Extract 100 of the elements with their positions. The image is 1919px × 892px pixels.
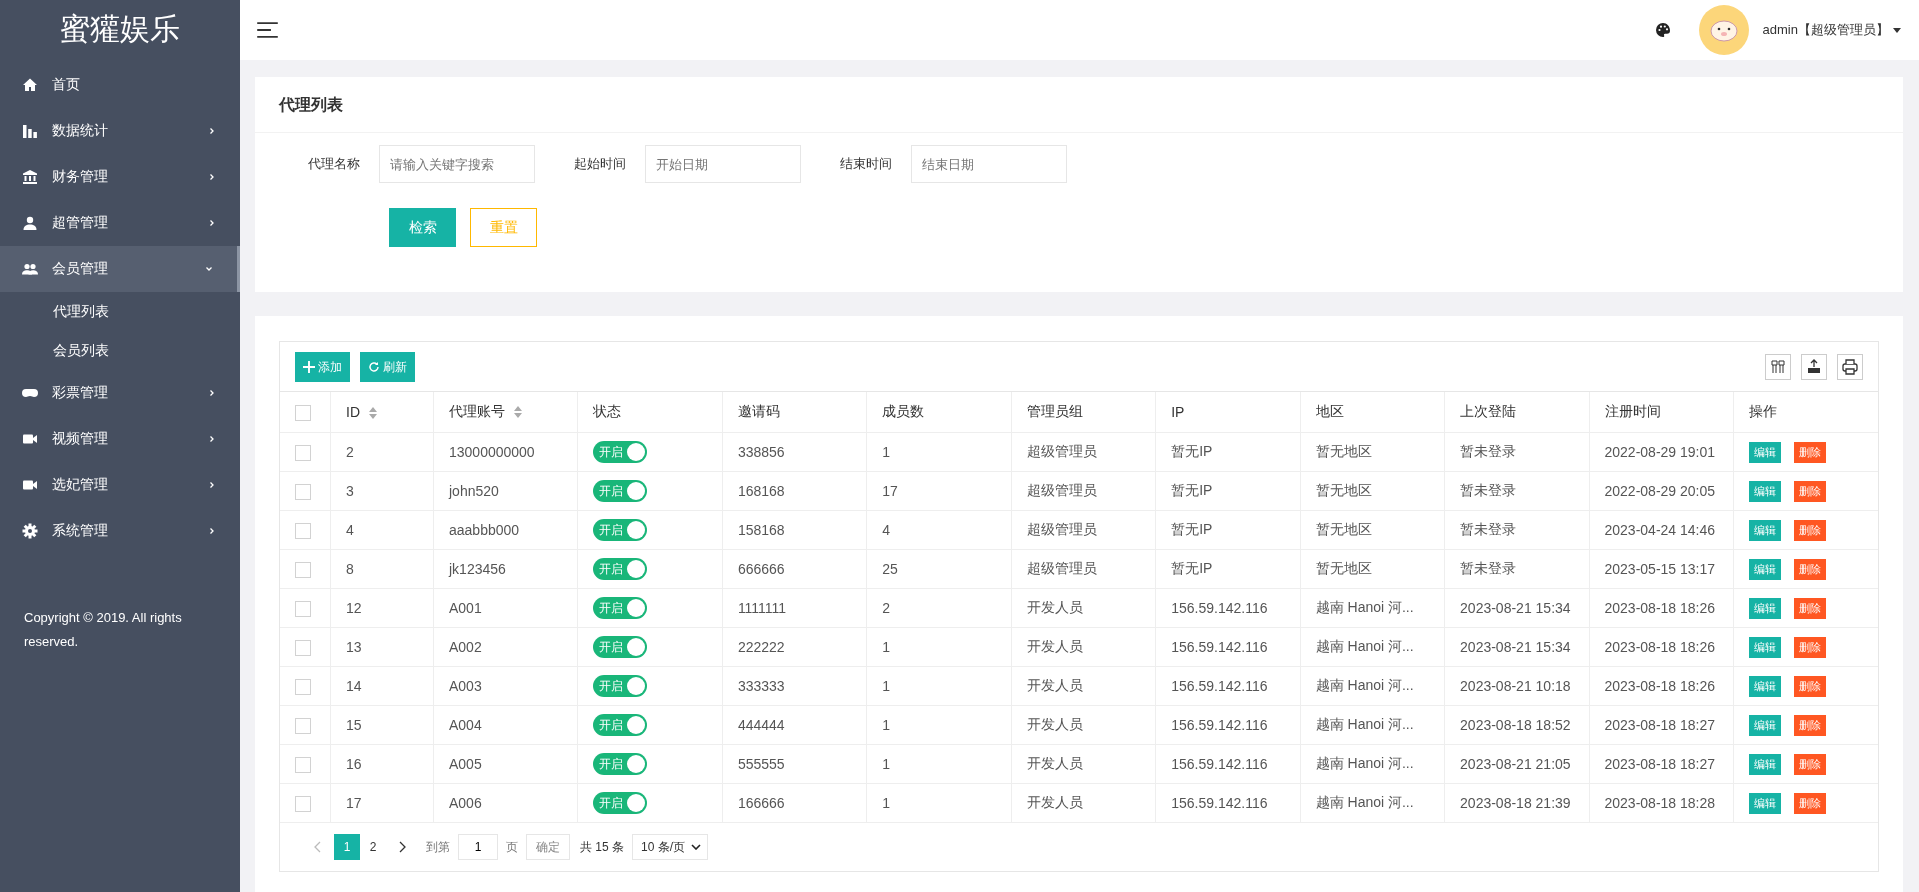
- table-cell: 暂无地区: [1300, 510, 1445, 550]
- status-toggle[interactable]: 开启: [593, 519, 648, 541]
- table-cell: 超级管理员: [1011, 510, 1156, 550]
- table-cell: 12: [330, 588, 434, 628]
- delete-button[interactable]: 删除: [1793, 792, 1826, 814]
- input-field[interactable]: 开始日期: [645, 145, 801, 183]
- checkbox[interactable]: [295, 678, 311, 695]
- sidebar-item[interactable]: 系统管理: [0, 508, 240, 554]
- menu-icon[interactable]: [257, 22, 278, 38]
- status-toggle[interactable]: 开启: [593, 675, 648, 697]
- edit-button[interactable]: 编辑: [1748, 792, 1781, 814]
- logo-text: 蜜獾娱乐: [59, 10, 181, 47]
- edit-button[interactable]: 编辑: [1748, 519, 1781, 541]
- column-header[interactable]: 注册时间: [1589, 392, 1734, 433]
- export-icon[interactable]: [1801, 354, 1827, 380]
- table-cell: 15: [330, 705, 434, 745]
- reset-button[interactable]: 重置: [470, 208, 537, 247]
- column-header[interactable]: 上次登陆: [1444, 392, 1589, 433]
- checkbox[interactable]: [295, 483, 311, 500]
- checkbox[interactable]: [295, 639, 311, 656]
- delete-button[interactable]: 删除: [1793, 675, 1826, 697]
- checkbox[interactable]: [295, 717, 311, 734]
- status-toggle[interactable]: 开启: [593, 636, 648, 658]
- checkbox[interactable]: [295, 404, 311, 421]
- checkbox[interactable]: [295, 600, 311, 617]
- edit-button[interactable]: 编辑: [1748, 480, 1781, 502]
- checkbox[interactable]: [295, 756, 311, 773]
- field-label: 结束时间: [840, 155, 893, 173]
- delete-button[interactable]: 删除: [1793, 441, 1826, 463]
- sidebar-item[interactable]: 彩票管理: [0, 370, 240, 416]
- status-toggle[interactable]: 开启: [593, 597, 648, 619]
- user-menu[interactable]: admin【超级管理员】: [1762, 21, 1889, 39]
- next-page-icon[interactable]: [398, 841, 406, 853]
- sidebar-item[interactable]: 会员管理: [0, 246, 240, 292]
- status-toggle[interactable]: 开启: [593, 441, 648, 463]
- edit-button[interactable]: 编辑: [1748, 675, 1781, 697]
- table-cell: A001: [433, 588, 578, 628]
- caret-icon: [1893, 27, 1901, 33]
- status-toggle[interactable]: 开启: [593, 792, 648, 814]
- sort-icon[interactable]: [369, 407, 377, 420]
- status-toggle[interactable]: 开启: [593, 714, 648, 736]
- edit-button[interactable]: 编辑: [1748, 441, 1781, 463]
- avatar[interactable]: [1698, 5, 1749, 55]
- delete-button[interactable]: 删除: [1793, 558, 1826, 580]
- page-button[interactable]: 2: [360, 834, 386, 860]
- delete-button[interactable]: 删除: [1793, 597, 1826, 619]
- edit-button[interactable]: 编辑: [1748, 558, 1781, 580]
- edit-button[interactable]: 编辑: [1748, 714, 1781, 736]
- sort-icon[interactable]: [514, 406, 522, 419]
- columns-icon[interactable]: [1765, 354, 1791, 380]
- delete-button[interactable]: 删除: [1793, 636, 1826, 658]
- edit-button[interactable]: 编辑: [1748, 597, 1781, 619]
- sidebar-item[interactable]: 视频管理: [0, 416, 240, 462]
- add-button[interactable]: 添加: [295, 352, 350, 382]
- page-input[interactable]: 1: [458, 834, 498, 860]
- previous-page-icon[interactable]: [314, 841, 322, 853]
- column-header[interactable]: IP: [1155, 392, 1301, 433]
- user-icon: [22, 215, 38, 231]
- checkbox[interactable]: [295, 522, 311, 539]
- table-cell: 2: [866, 588, 1012, 628]
- sidebar-item[interactable]: 数据统计: [0, 108, 240, 154]
- print-icon[interactable]: [1837, 354, 1863, 380]
- confirm-button[interactable]: 确定: [526, 834, 570, 860]
- checkbox[interactable]: [295, 795, 311, 812]
- refresh-button[interactable]: 刷新: [360, 352, 415, 382]
- edit-button[interactable]: 编辑: [1748, 636, 1781, 658]
- delete-button[interactable]: 删除: [1793, 753, 1826, 775]
- edit-button[interactable]: 编辑: [1748, 753, 1781, 775]
- checkbox[interactable]: [295, 444, 311, 461]
- input-field[interactable]: 请输入关键字搜索: [379, 145, 535, 183]
- column-header[interactable]: 操作: [1733, 392, 1878, 433]
- delete-button[interactable]: 删除: [1793, 714, 1826, 736]
- delete-button[interactable]: 删除: [1793, 480, 1826, 502]
- status-toggle[interactable]: 开启: [593, 558, 648, 580]
- table-cell: 暂无地区: [1300, 549, 1445, 589]
- sidebar-item[interactable]: 超管管理: [0, 200, 240, 246]
- sidebar-item[interactable]: 首页: [0, 62, 240, 108]
- sidebar-item[interactable]: 选妃管理: [0, 462, 240, 508]
- search-button[interactable]: 检索: [389, 208, 456, 247]
- sidebar-subitem[interactable]: 代理列表: [0, 292, 240, 331]
- sidebar-item[interactable]: 财务管理: [0, 154, 240, 200]
- status-toggle[interactable]: 开启: [593, 480, 648, 502]
- delete-button[interactable]: 删除: [1793, 519, 1826, 541]
- table-cell: 13000000000: [433, 432, 578, 472]
- column-header[interactable]: ID: [330, 392, 434, 433]
- sidebar-subitem[interactable]: 会员列表: [0, 331, 240, 370]
- column-header[interactable]: 代理账号: [433, 392, 578, 433]
- page-size-select[interactable]: 10 条/页: [632, 834, 709, 860]
- column-header[interactable]: 邀请码: [722, 392, 867, 433]
- checkbox[interactable]: [295, 561, 311, 578]
- palette-icon[interactable]: [1654, 22, 1671, 38]
- card-title: 代理列表: [255, 77, 1903, 133]
- column-header[interactable]: 状态: [577, 392, 723, 433]
- status-toggle[interactable]: 开启: [593, 753, 648, 775]
- column-header[interactable]: 地区: [1300, 392, 1445, 433]
- column-header[interactable]: 管理员组: [1011, 392, 1156, 433]
- column-header[interactable]: 成员数: [866, 392, 1012, 433]
- page-button[interactable]: 1: [334, 834, 360, 860]
- table-cell: 2023-08-21 21:05: [1444, 744, 1589, 784]
- input-field[interactable]: 结束日期: [911, 145, 1067, 183]
